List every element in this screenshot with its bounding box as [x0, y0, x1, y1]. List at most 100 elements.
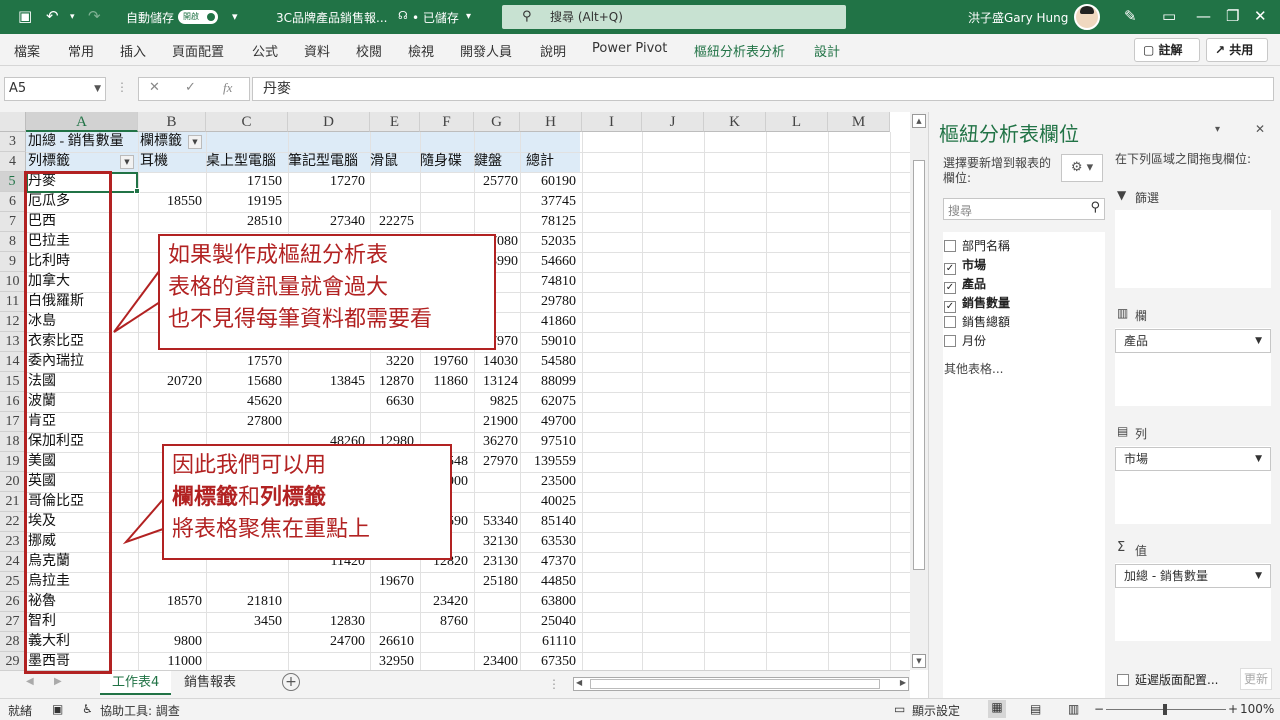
column-header[interactable]: K [704, 112, 766, 132]
field-checkbox[interactable] [944, 240, 956, 252]
pivot-column-header[interactable]: 隨身碟 [420, 152, 474, 172]
name-box[interactable]: A5 ▼ [4, 77, 106, 101]
page-break-view-icon[interactable]: ▥ [1068, 702, 1079, 716]
share-button[interactable]: ↗ 共用 [1206, 38, 1268, 62]
row-header[interactable]: 5 [0, 172, 26, 192]
value-cell[interactable]: 27800 [214, 412, 284, 432]
value-cell[interactable]: 54580 [508, 352, 578, 372]
tab-view[interactable]: 檢視 [408, 41, 434, 60]
filter-drop-area[interactable] [1115, 210, 1271, 288]
row-header[interactable]: 17 [0, 412, 26, 432]
row-header[interactable]: 23 [0, 532, 26, 552]
insert-function-button[interactable]: fx [223, 80, 232, 96]
value-cell[interactable]: 19195 [214, 192, 284, 212]
row-header[interactable]: 25 [0, 572, 26, 592]
sheet-tab[interactable]: 銷售報表 [172, 671, 248, 695]
value-cell[interactable]: 74810 [508, 272, 578, 292]
scroll-down-icon[interactable]: ▼ [912, 654, 926, 668]
row-header[interactable]: 13 [0, 332, 26, 352]
value-cell[interactable]: 6630 [346, 392, 416, 412]
value-cell[interactable]: 85140 [508, 512, 578, 532]
close-icon[interactable]: ✕ [1254, 7, 1267, 25]
value-cell[interactable]: 9800 [134, 632, 204, 652]
value-cell[interactable]: 3450 [214, 612, 284, 632]
field-item[interactable]: ✓ 市場 [944, 256, 986, 275]
panel-options-icon[interactable]: ▾ [1215, 124, 1220, 135]
scroll-up-icon[interactable]: ▲ [912, 114, 926, 128]
value-cell[interactable]: 139559 [508, 452, 578, 472]
value-cell[interactable]: 23500 [508, 472, 578, 492]
row-header[interactable]: 20 [0, 472, 26, 492]
minimize-icon[interactable]: — [1196, 7, 1211, 25]
column-header[interactable]: D [288, 112, 370, 132]
values-field-chip[interactable]: 加總 - 銷售數量 ▼ [1115, 564, 1271, 588]
field-item[interactable]: ✓ 產品 [944, 275, 986, 294]
field-item[interactable]: 銷售總額 [944, 313, 1010, 329]
field-item[interactable]: 月份 [944, 332, 986, 348]
value-cell[interactable]: 88099 [508, 372, 578, 392]
field-checkbox[interactable]: ✓ [944, 301, 956, 313]
tab-split-grip-icon[interactable]: ⋮ [548, 677, 560, 691]
pivot-column-header[interactable]: 耳機 [140, 152, 206, 172]
row-labels-header[interactable]: 列標籤 [28, 152, 70, 172]
chevron-down-icon[interactable]: ▼ [1255, 330, 1262, 352]
cancel-icon[interactable]: ✕ [149, 80, 160, 95]
value-cell[interactable]: 8760 [400, 612, 470, 632]
value-cell[interactable]: 21810 [214, 592, 284, 612]
field-checkbox[interactable]: ✓ [944, 263, 956, 275]
row-header[interactable]: 14 [0, 352, 26, 372]
undo-dropdown-icon[interactable]: ▾ [70, 12, 75, 22]
tab-developer[interactable]: 開發人員 [460, 41, 512, 60]
defer-layout-option[interactable]: 延遲版面配置... [1117, 671, 1218, 687]
value-cell[interactable]: 23420 [400, 592, 470, 612]
value-cell[interactable]: 54660 [508, 252, 578, 272]
value-cell[interactable]: 18570 [134, 592, 204, 612]
row-header[interactable]: 10 [0, 272, 26, 292]
row-header[interactable]: 8 [0, 232, 26, 252]
row-header[interactable]: 15 [0, 372, 26, 392]
value-cell[interactable]: 32950 [346, 652, 416, 670]
value-cell[interactable]: 26610 [346, 632, 416, 652]
value-cell[interactable]: 20720 [134, 372, 204, 392]
tab-data[interactable]: 資料 [304, 41, 330, 60]
fill-handle[interactable] [134, 188, 140, 194]
row-header[interactable]: 6 [0, 192, 26, 212]
column-header[interactable]: E [370, 112, 420, 132]
pivot-title-cell[interactable]: 加總 - 銷售數量 [28, 132, 124, 152]
select-all-corner[interactable] [0, 112, 26, 132]
value-cell[interactable]: 59010 [508, 332, 578, 352]
value-cell[interactable]: 15680 [214, 372, 284, 392]
tab-formulas[interactable]: 公式 [252, 41, 278, 60]
row-header[interactable]: 16 [0, 392, 26, 412]
tab-insert[interactable]: 插入 [120, 41, 146, 60]
column-labels-filter-icon[interactable]: ▼ [188, 135, 202, 149]
column-header[interactable]: A [26, 112, 138, 132]
tab-review[interactable]: 校閱 [356, 41, 382, 60]
formula-bar-grip-icon[interactable]: ⋮ [116, 80, 128, 94]
chevron-down-icon[interactable]: ▼ [1255, 565, 1262, 587]
column-header[interactable]: M [828, 112, 890, 132]
value-cell[interactable]: 18550 [134, 192, 204, 212]
value-cell[interactable]: 11000 [134, 652, 204, 670]
horizontal-scroll-thumb[interactable] [590, 679, 880, 689]
next-sheet-icon[interactable]: ▶ [54, 676, 62, 687]
column-header[interactable]: B [138, 112, 206, 132]
panel-close-icon[interactable]: ✕ [1255, 122, 1265, 136]
tab-page-layout[interactable]: 頁面配置 [172, 41, 224, 60]
user-avatar[interactable] [1074, 4, 1100, 30]
column-header[interactable]: L [766, 112, 828, 132]
value-cell[interactable]: 41860 [508, 312, 578, 332]
tab-file[interactable]: 檔案 [14, 41, 40, 60]
formula-input[interactable]: 丹麥 [252, 77, 1274, 101]
value-cell[interactable]: 52035 [508, 232, 578, 252]
row-header[interactable]: 4 [0, 152, 26, 172]
value-cell[interactable]: 28510 [214, 212, 284, 232]
value-cell[interactable]: 22275 [346, 212, 416, 232]
pivot-column-header[interactable]: 桌上型電腦 [206, 152, 288, 172]
comments-button[interactable]: ▢ 註解 [1134, 38, 1200, 62]
defer-layout-checkbox[interactable] [1117, 674, 1129, 686]
row-header[interactable]: 29 [0, 652, 26, 670]
value-cell[interactable]: 12830 [297, 612, 367, 632]
accessibility-icon[interactable]: ♿ [82, 702, 93, 716]
value-cell[interactable]: 61110 [508, 632, 578, 652]
